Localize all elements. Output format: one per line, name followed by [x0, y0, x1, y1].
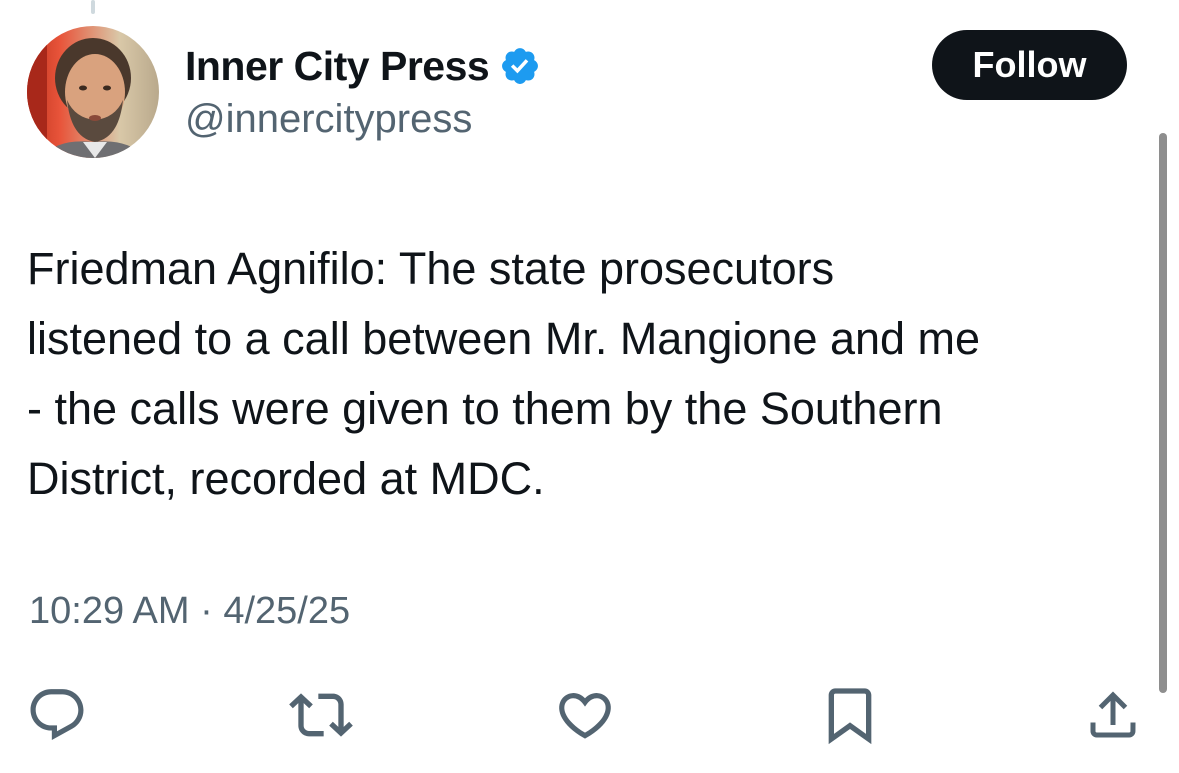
- author-display-name[interactable]: Inner City Press: [185, 43, 490, 90]
- reply-button[interactable]: [22, 680, 92, 750]
- author-handle[interactable]: @innercitypress: [185, 97, 472, 142]
- timestamp-separator: ·: [200, 590, 213, 632]
- profile-photo-icon: [27, 26, 159, 158]
- author-name-row[interactable]: Inner City Press: [185, 42, 541, 90]
- avatar[interactable]: [27, 26, 159, 158]
- retweet-icon: [289, 693, 353, 737]
- tweet-timestamp[interactable]: 10:29 AM · 4/25/25: [29, 590, 350, 633]
- tweet-detail: Inner City Press @innercitypress Follow …: [0, 0, 1179, 773]
- tweet-text-line: listened to a call between Mr. Mangione …: [27, 313, 981, 364]
- scrollbar[interactable]: [1159, 133, 1167, 693]
- tweet-date[interactable]: 4/25/25: [223, 590, 350, 632]
- tweet-text: Friedman Agnifilo: The state prosecutors…: [27, 234, 1137, 514]
- tweet-text-line: - the calls were given to them by the So…: [27, 383, 943, 434]
- follow-button[interactable]: Follow: [932, 30, 1127, 100]
- bookmark-button[interactable]: [815, 680, 885, 750]
- reply-icon: [30, 689, 84, 741]
- share-icon: [1090, 691, 1136, 738]
- tweet-time[interactable]: 10:29 AM: [29, 590, 190, 632]
- like-icon: [559, 693, 611, 739]
- verified-badge-icon: [499, 45, 541, 87]
- tweet-action-bar: [0, 680, 1179, 750]
- retweet-button[interactable]: [286, 680, 356, 750]
- like-button[interactable]: [550, 680, 620, 750]
- tweet-text-line: District, recorded at MDC.: [27, 453, 545, 504]
- thread-connector-line: [91, 0, 95, 14]
- bookmark-icon: [828, 688, 872, 745]
- tweet-text-line: Friedman Agnifilo: The state prosecutors: [27, 243, 835, 294]
- share-button[interactable]: [1078, 680, 1148, 750]
